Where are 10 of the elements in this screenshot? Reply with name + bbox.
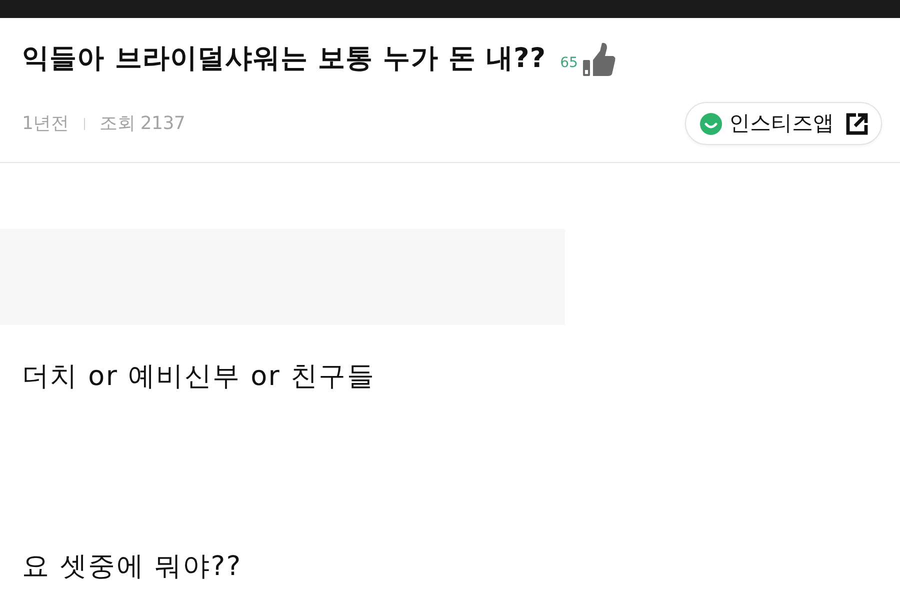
post-title: 익들아 브라이덜샤워는 보통 누가 돈 내??	[22, 42, 546, 76]
body-text: 더치 or 예비신부 or 친구들	[21, 360, 375, 394]
thumbs-up-icon	[582, 41, 616, 78]
post-time: 1년전	[22, 112, 69, 136]
external-link-icon	[845, 112, 869, 136]
app-link-button[interactable]: 인스티즈앱	[685, 102, 882, 146]
body-text: 요 셋중에 뭐야??	[21, 550, 242, 584]
view-count: 조회 2137	[100, 112, 185, 136]
like-count: 65	[560, 54, 578, 73]
smiley-icon	[700, 112, 722, 134]
